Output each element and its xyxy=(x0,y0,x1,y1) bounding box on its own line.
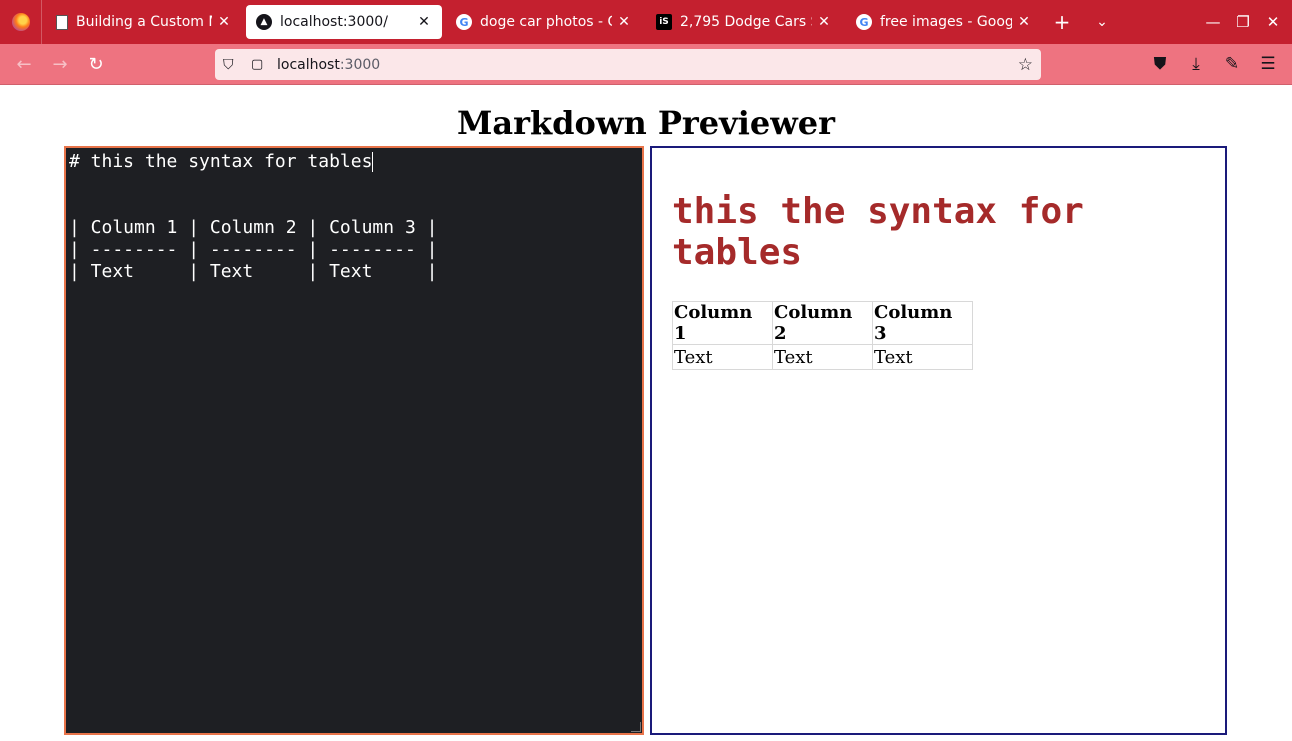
editor-line: | Text | Text | Text | xyxy=(69,261,438,282)
tab-title: free images - Google S xyxy=(880,14,1012,30)
document-icon xyxy=(56,14,68,30)
table-header-cell: Column 2 xyxy=(772,301,873,345)
table-header-cell: Column 3 xyxy=(872,301,973,345)
tab-doge-car-photos[interactable]: G doge car photos - Goog ✕ xyxy=(446,5,642,39)
table-cell: Text xyxy=(772,344,873,370)
table-cell: Text xyxy=(872,344,973,370)
close-icon[interactable]: ✕ xyxy=(216,14,232,30)
google-icon: G xyxy=(456,14,472,30)
tab-title: 2,795 Dodge Cars Stoc xyxy=(680,14,812,30)
page-title: Markdown Previewer xyxy=(456,104,835,142)
restore-button[interactable]: ❐ xyxy=(1228,0,1258,44)
text-caret xyxy=(372,152,374,172)
tab-bar: Building a Custom Mar ✕ ▲ localhost:3000… xyxy=(0,0,1292,44)
editor-line: | Column 1 | Column 2 | Column 3 | xyxy=(69,217,438,238)
table-header-cell: Column 1 xyxy=(672,301,773,345)
preview-heading: this the syntax for tables xyxy=(672,191,1084,273)
forward-button[interactable]: → xyxy=(42,46,78,82)
minimize-button[interactable]: — xyxy=(1198,0,1228,44)
tab-dodge-cars-stock[interactable]: iS 2,795 Dodge Cars Stoc ✕ xyxy=(646,5,842,39)
preview-table: Column 1 Column 2 Column 3 Text Text Tex… xyxy=(672,301,973,370)
url-host: localhost xyxy=(277,56,340,73)
new-tab-button[interactable]: + xyxy=(1042,0,1082,44)
tab-title: localhost:3000/ xyxy=(280,14,388,30)
tab-building-custom-markdown[interactable]: Building a Custom Mar ✕ xyxy=(46,5,242,39)
markdown-preview: this the syntax for tables Column 1 Colu… xyxy=(650,146,1227,735)
google-icon: G xyxy=(856,14,872,30)
shield-icon[interactable]: ⛉ xyxy=(223,57,239,73)
tab-title: Building a Custom Mar xyxy=(76,14,212,30)
table-row: Text Text Text xyxy=(672,344,973,370)
extension-icon[interactable]: ✎ xyxy=(1214,46,1250,82)
table-header-row: Column 1 Column 2 Column 3 xyxy=(672,301,973,345)
tab-free-images[interactable]: G free images - Google S ✕ xyxy=(846,5,1042,39)
nextjs-icon: ▲ xyxy=(256,14,272,30)
pocket-icon[interactable]: ⛊ xyxy=(1142,46,1178,82)
resize-handle[interactable] xyxy=(631,722,641,732)
table-cell: Text xyxy=(672,344,773,370)
close-icon[interactable]: ✕ xyxy=(1016,14,1032,30)
close-icon[interactable]: ✕ xyxy=(616,14,632,30)
close-icon[interactable]: ✕ xyxy=(416,14,432,30)
bookmark-star-icon[interactable]: ☆ xyxy=(1018,55,1033,75)
istock-icon: iS xyxy=(656,14,672,30)
page-icon[interactable]: ▢ xyxy=(251,57,267,73)
close-window-button[interactable]: ✕ xyxy=(1258,0,1288,44)
editor-line: | -------- | -------- | -------- | xyxy=(69,239,438,260)
url-port: :3000 xyxy=(339,56,381,73)
tab-localhost[interactable]: ▲ localhost:3000/ ✕ xyxy=(246,5,442,39)
navigation-toolbar: ← → ↻ ⛉ ▢ localhost:3000 ☆ ⛊ ⤓ ✎ ☰ xyxy=(0,44,1292,85)
markdown-editor[interactable]: # this the syntax for tables | Column 1 … xyxy=(64,146,644,735)
menu-icon[interactable]: ☰ xyxy=(1250,46,1286,82)
reload-button[interactable]: ↻ xyxy=(78,46,114,82)
firefox-icon[interactable] xyxy=(0,0,42,44)
tab-title: doge car photos - Goog xyxy=(480,14,612,30)
url-bar[interactable]: ⛉ ▢ localhost:3000 ☆ xyxy=(215,49,1041,80)
editor-line: # this the syntax for tables xyxy=(69,151,373,172)
list-all-tabs-button[interactable]: ⌄ xyxy=(1082,0,1122,44)
downloads-icon[interactable]: ⤓ xyxy=(1178,46,1214,82)
close-icon[interactable]: ✕ xyxy=(816,14,832,30)
back-button[interactable]: ← xyxy=(6,46,42,82)
